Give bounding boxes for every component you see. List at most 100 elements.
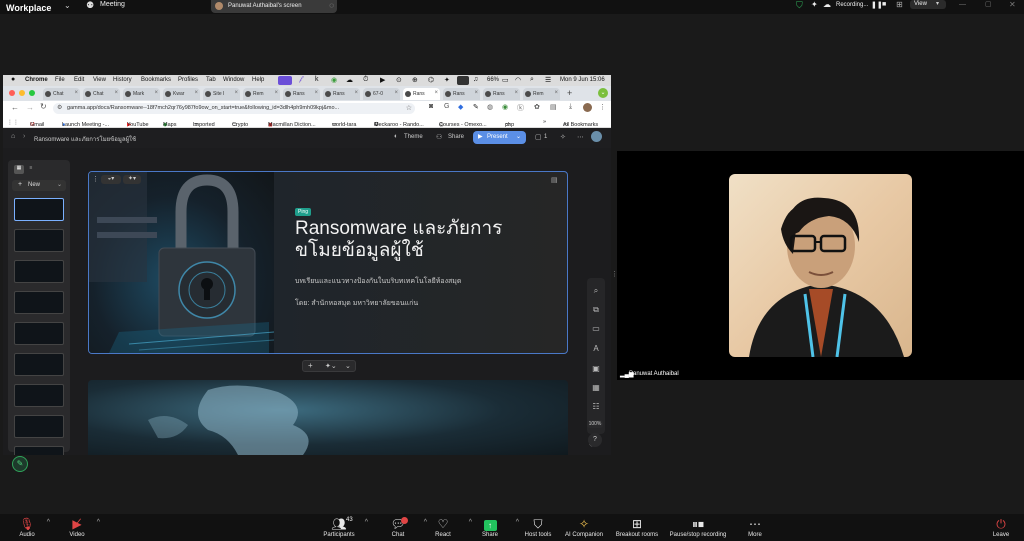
share-banner[interactable]: Panuwat Authaibal's screen ◌: [211, 0, 337, 13]
ext-menu-icon[interactable]: ▤: [550, 103, 557, 111]
menu-profiles[interactable]: Profiles: [178, 77, 198, 83]
browser-tab[interactable]: Rans ×: [283, 88, 320, 100]
browser-tab[interactable]: Rem ×: [523, 88, 560, 100]
more-icon[interactable]: ⋯: [577, 133, 584, 141]
apps-grid-icon[interactable]: ⋮⋮: [7, 119, 19, 126]
slide-thumbnail[interactable]: [14, 291, 64, 314]
status-app-icon[interactable]: [278, 76, 292, 85]
slide-card[interactable]: ⋮⋮ ◒▾ ✦▾ ▤ Ping Ransomware และภัยการ ขโม…: [88, 171, 568, 354]
embed-tool-icon[interactable]: ▦: [590, 383, 602, 392]
slide-thumbnail[interactable]: [14, 198, 64, 221]
participants-chevron-icon[interactable]: ^: [365, 519, 368, 526]
slide-thumbnail[interactable]: [14, 260, 64, 283]
chrome-menu-icon[interactable]: ⋮: [599, 103, 606, 111]
user-avatar[interactable]: [591, 131, 602, 142]
present-button[interactable]: ▶ Present ⌄: [473, 131, 526, 144]
split-handle-icon[interactable]: ⋮: [611, 270, 618, 290]
menu-tab[interactable]: Tab: [206, 77, 216, 83]
tab-close-icon[interactable]: ×: [74, 90, 78, 96]
zoom-level[interactable]: 100%: [587, 420, 603, 428]
more-button[interactable]: ⋯ More: [732, 517, 778, 538]
menu-chrome[interactable]: Chrome: [25, 77, 48, 83]
menu-window[interactable]: Window: [223, 77, 244, 83]
tab-close-icon[interactable]: ×: [554, 90, 558, 96]
tab-search-icon[interactable]: ⌄: [598, 88, 608, 98]
tab-close-icon[interactable]: ×: [154, 90, 158, 96]
thumbnail-view-icon[interactable]: ▦: [14, 165, 24, 174]
close-traffic-icon[interactable]: [9, 90, 15, 96]
site-info-icon[interactable]: ⚙: [57, 104, 62, 111]
ext-puzzle-icon[interactable]: ✿: [534, 103, 540, 111]
control-center-icon[interactable]: ☰: [545, 76, 551, 84]
menu-extra2-icon[interactable]: ⌬: [428, 76, 434, 84]
breadcrumb[interactable]: Ransomware และภัยการโมยข้อมูลผู้ใช้: [34, 134, 136, 144]
annotate-icon[interactable]: ✎: [12, 456, 28, 472]
browser-tab[interactable]: Rans ×: [403, 88, 440, 100]
cloud-status-icon[interactable]: ☁: [346, 76, 353, 84]
menu-bookmarks[interactable]: Bookmarks: [141, 77, 171, 83]
ai-menu-icon[interactable]: [457, 76, 469, 85]
reload-icon[interactable]: ↻: [40, 102, 47, 111]
download-icon[interactable]: ⤓: [569, 103, 572, 111]
share-screen-button[interactable]: ↑ Share ^: [467, 517, 519, 538]
tab-close-icon[interactable]: ×: [434, 90, 438, 96]
browser-tab[interactable]: Mark ×: [123, 88, 160, 100]
ext-camera-icon[interactable]: ◙: [429, 103, 433, 110]
wifi-icon[interactable]: ◠: [515, 76, 521, 84]
new-tab-icon[interactable]: +: [567, 88, 572, 98]
card-options-chevron-icon[interactable]: ⌄: [345, 362, 351, 370]
ext-globe-icon[interactable]: ◍: [487, 103, 493, 111]
view-button[interactable]: View ▾: [910, 0, 946, 9]
present-chevron-icon[interactable]: ⌄: [516, 133, 521, 140]
slide-thumbnail[interactable]: [14, 415, 64, 438]
card-ai-icon[interactable]: ✦▾: [123, 175, 141, 184]
maximize-icon[interactable]: ▢: [985, 0, 992, 8]
tab-close-icon[interactable]: ×: [394, 90, 398, 96]
browser-tab[interactable]: Rans ×: [323, 88, 360, 100]
comment-icon[interactable]: ▢: [535, 133, 542, 141]
slide-title[interactable]: Ransomware และภัยการ ขโมยข้อมูลผู้ใช้: [295, 218, 502, 262]
home-icon[interactable]: ⌂: [11, 133, 15, 140]
image-tool-icon[interactable]: ▣: [590, 364, 602, 373]
minimize-traffic-icon[interactable]: [19, 90, 25, 96]
audio-button[interactable]: 🎙︎ Audio ^: [4, 517, 50, 538]
menu-extra3-icon[interactable]: ✦: [444, 76, 450, 84]
slide-card-2[interactable]: [88, 380, 568, 455]
ai-card-icon[interactable]: ✦⌄: [325, 362, 337, 370]
back-icon[interactable]: ←: [11, 103, 19, 112]
chat-button[interactable]: 💬︎ Chat ^: [375, 517, 427, 538]
new-slide-button[interactable]: + New ⌄: [12, 180, 66, 191]
leave-button[interactable]: ⏻ Leave: [978, 517, 1024, 538]
help-icon[interactable]: ?: [588, 433, 602, 447]
menu-file[interactable]: File: [55, 77, 65, 83]
spotlight-icon[interactable]: ⌕: [530, 76, 534, 84]
share-button[interactable]: Share: [448, 134, 464, 140]
ext-k-icon[interactable]: ⓚ: [517, 103, 524, 113]
theme-button[interactable]: Theme: [404, 134, 423, 140]
menu-help[interactable]: Help: [252, 77, 264, 83]
layout-tool-icon[interactable]: ⧉: [590, 305, 602, 315]
ext-green-icon[interactable]: ◉: [502, 103, 508, 111]
list-view-icon[interactable]: ≡: [26, 165, 36, 174]
apple-icon[interactable]: ●: [11, 76, 15, 83]
text-tool-icon[interactable]: A: [590, 344, 602, 353]
browser-tab[interactable]: Chat ×: [83, 88, 120, 100]
tab-close-icon[interactable]: ×: [114, 90, 118, 96]
browser-tab[interactable]: Chat ×: [43, 88, 80, 100]
url-field[interactable]: ⚙ gamma.app/docs/Ransomware--18f7mch2qr7…: [53, 103, 415, 114]
breakout-rooms-button[interactable]: ⊞ Breakout rooms: [612, 517, 662, 538]
bookmark-star-icon[interactable]: ☆: [406, 104, 412, 112]
slide-thumbnail[interactable]: [14, 446, 64, 455]
pause-recording-icon[interactable]: ❚❚: [871, 1, 883, 9]
zoom-traffic-icon[interactable]: [29, 90, 35, 96]
k-icon[interactable]: k: [315, 76, 319, 83]
browser-tab[interactable]: Rans ×: [483, 88, 520, 100]
shield-icon[interactable]: ⛉: [796, 0, 803, 11]
pause-stop-recording-button[interactable]: ⏸⏹ Pause/stop recording: [665, 517, 731, 538]
minimize-icon[interactable]: —: [959, 1, 966, 8]
menu-history[interactable]: History: [113, 77, 132, 83]
ai-sparkle-icon[interactable]: ✧: [560, 133, 566, 141]
tab-close-icon[interactable]: ×: [314, 90, 318, 96]
grid-icon[interactable]: ⊞: [896, 0, 903, 9]
audio-chevron-icon[interactable]: ^: [47, 519, 50, 526]
